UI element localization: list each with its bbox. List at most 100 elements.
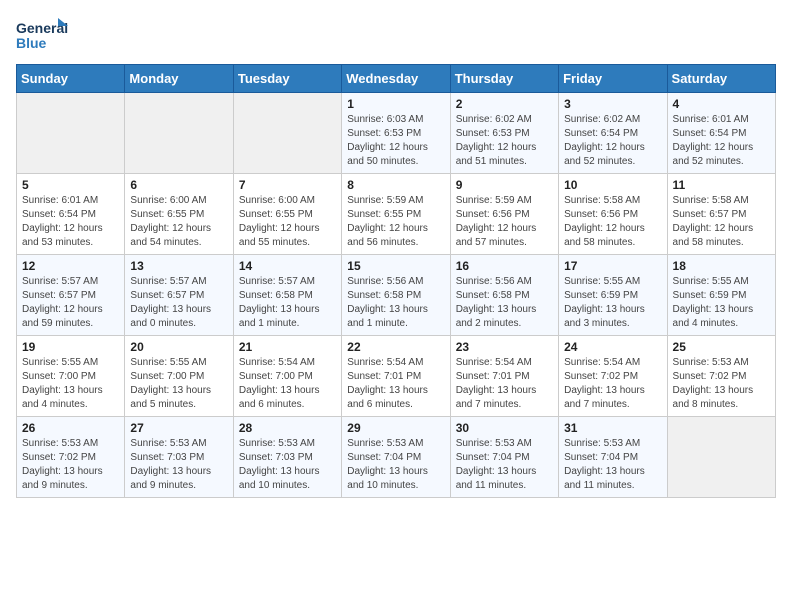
day-number: 28 (239, 421, 336, 435)
calendar-cell: 23 Sunrise: 5:54 AM Sunset: 7:01 PM Dayli… (450, 336, 558, 417)
calendar-week-row: 1 Sunrise: 6:03 AM Sunset: 6:53 PM Daylig… (17, 93, 776, 174)
day-number: 9 (456, 178, 553, 192)
day-number: 23 (456, 340, 553, 354)
day-info: Sunrise: 5:57 AM Sunset: 6:58 PM Dayligh… (239, 275, 336, 331)
calendar-cell: 7 Sunrise: 6:00 AM Sunset: 6:55 PM Daylig… (233, 174, 341, 255)
calendar-cell: 31Sunrise: 5:53 AM Sunset: 7:04 PM Dayli… (559, 417, 667, 498)
day-number: 22 (347, 340, 444, 354)
day-number: 10 (564, 178, 661, 192)
day-info: Sunrise: 6:02 AM Sunset: 6:54 PM Dayligh… (564, 113, 661, 169)
weekday-header-friday: Friday (559, 65, 667, 93)
calendar-cell: 17Sunrise: 5:55 AM Sunset: 6:59 PM Dayli… (559, 255, 667, 336)
day-number: 26 (22, 421, 119, 435)
calendar-cell: 19 Sunrise: 5:55 AM Sunset: 7:00 PM Dayli… (17, 336, 125, 417)
calendar-cell: 18 Sunrise: 5:55 AM Sunset: 6:59 PM Dayli… (667, 255, 775, 336)
day-number: 19 (22, 340, 119, 354)
day-info: Sunrise: 5:53 AM Sunset: 7:03 PM Dayligh… (130, 437, 227, 493)
day-info: Sunrise: 5:55 AM Sunset: 7:00 PM Dayligh… (22, 356, 119, 412)
weekday-header-monday: Monday (125, 65, 233, 93)
weekday-header-sunday: Sunday (17, 65, 125, 93)
day-info: Sunrise: 5:53 AM Sunset: 7:03 PM Dayligh… (239, 437, 336, 493)
calendar-cell: 12 Sunrise: 5:57 AM Sunset: 6:57 PM Dayli… (17, 255, 125, 336)
day-number: 4 (673, 97, 770, 111)
day-number: 16 (456, 259, 553, 273)
day-info: Sunrise: 5:53 AM Sunset: 7:02 PM Dayligh… (22, 437, 119, 493)
calendar-cell: 29 Sunrise: 5:53 AM Sunset: 7:04 PM Dayli… (342, 417, 450, 498)
calendar-cell: 28 Sunrise: 5:53 AM Sunset: 7:03 PM Dayli… (233, 417, 341, 498)
logo: GeneralBlue (16, 16, 72, 54)
calendar-cell: 2 Sunrise: 6:02 AM Sunset: 6:53 PM Daylig… (450, 93, 558, 174)
day-info: Sunrise: 6:01 AM Sunset: 6:54 PM Dayligh… (673, 113, 770, 169)
page-header: GeneralBlue (16, 16, 776, 54)
calendar-cell: 8Sunrise: 5:59 AM Sunset: 6:55 PM Daylig… (342, 174, 450, 255)
weekday-header-saturday: Saturday (667, 65, 775, 93)
day-info: Sunrise: 6:02 AM Sunset: 6:53 PM Dayligh… (456, 113, 553, 169)
day-number: 21 (239, 340, 336, 354)
logo-svg: GeneralBlue (16, 16, 72, 54)
day-number: 27 (130, 421, 227, 435)
calendar-cell: 27 Sunrise: 5:53 AM Sunset: 7:03 PM Dayli… (125, 417, 233, 498)
svg-text:Blue: Blue (16, 35, 47, 51)
day-info: Sunrise: 5:58 AM Sunset: 6:57 PM Dayligh… (673, 194, 770, 250)
calendar-cell: 10 Sunrise: 5:58 AM Sunset: 6:56 PM Dayli… (559, 174, 667, 255)
day-info: Sunrise: 5:54 AM Sunset: 7:00 PM Dayligh… (239, 356, 336, 412)
calendar-cell: 21 Sunrise: 5:54 AM Sunset: 7:00 PM Dayli… (233, 336, 341, 417)
day-info: Sunrise: 5:56 AM Sunset: 6:58 PM Dayligh… (347, 275, 444, 331)
day-info: Sunrise: 5:53 AM Sunset: 7:04 PM Dayligh… (456, 437, 553, 493)
calendar-cell: 15 Sunrise: 5:56 AM Sunset: 6:58 PM Dayli… (342, 255, 450, 336)
day-number: 6 (130, 178, 227, 192)
calendar-cell: 6 Sunrise: 6:00 AM Sunset: 6:55 PM Daylig… (125, 174, 233, 255)
day-number: 12 (22, 259, 119, 273)
day-info: Sunrise: 6:01 AM Sunset: 6:54 PM Dayligh… (22, 194, 119, 250)
day-info: Sunrise: 5:57 AM Sunset: 6:57 PM Dayligh… (22, 275, 119, 331)
day-number: 1 (347, 97, 444, 111)
calendar-cell (17, 93, 125, 174)
day-info: Sunrise: 5:54 AM Sunset: 7:01 PM Dayligh… (456, 356, 553, 412)
day-info: Sunrise: 5:58 AM Sunset: 6:56 PM Dayligh… (564, 194, 661, 250)
calendar-cell: 24Sunrise: 5:54 AM Sunset: 7:02 PM Dayli… (559, 336, 667, 417)
day-info: Sunrise: 6:00 AM Sunset: 6:55 PM Dayligh… (239, 194, 336, 250)
calendar-week-row: 5 Sunrise: 6:01 AM Sunset: 6:54 PM Daylig… (17, 174, 776, 255)
day-info: Sunrise: 5:55 AM Sunset: 6:59 PM Dayligh… (564, 275, 661, 331)
calendar-cell: 26 Sunrise: 5:53 AM Sunset: 7:02 PM Dayli… (17, 417, 125, 498)
day-number: 3 (564, 97, 661, 111)
day-number: 2 (456, 97, 553, 111)
calendar-cell (125, 93, 233, 174)
weekday-header-wednesday: Wednesday (342, 65, 450, 93)
day-info: Sunrise: 5:55 AM Sunset: 7:00 PM Dayligh… (130, 356, 227, 412)
day-info: Sunrise: 5:53 AM Sunset: 7:02 PM Dayligh… (673, 356, 770, 412)
calendar-cell: 13 Sunrise: 5:57 AM Sunset: 6:57 PM Dayli… (125, 255, 233, 336)
day-number: 18 (673, 259, 770, 273)
day-info: Sunrise: 6:03 AM Sunset: 6:53 PM Dayligh… (347, 113, 444, 169)
calendar-cell (233, 93, 341, 174)
calendar-cell: 20 Sunrise: 5:55 AM Sunset: 7:00 PM Dayli… (125, 336, 233, 417)
day-number: 31 (564, 421, 661, 435)
day-number: 7 (239, 178, 336, 192)
day-number: 15 (347, 259, 444, 273)
day-info: Sunrise: 5:59 AM Sunset: 6:55 PM Dayligh… (347, 194, 444, 250)
day-info: Sunrise: 5:53 AM Sunset: 7:04 PM Dayligh… (347, 437, 444, 493)
day-info: Sunrise: 5:55 AM Sunset: 6:59 PM Dayligh… (673, 275, 770, 331)
day-number: 24 (564, 340, 661, 354)
weekday-header-tuesday: Tuesday (233, 65, 341, 93)
calendar-cell: 30 Sunrise: 5:53 AM Sunset: 7:04 PM Dayli… (450, 417, 558, 498)
day-info: Sunrise: 6:00 AM Sunset: 6:55 PM Dayligh… (130, 194, 227, 250)
day-number: 14 (239, 259, 336, 273)
calendar-cell: 3 Sunrise: 6:02 AM Sunset: 6:54 PM Daylig… (559, 93, 667, 174)
calendar-cell: 4 Sunrise: 6:01 AM Sunset: 6:54 PM Daylig… (667, 93, 775, 174)
day-info: Sunrise: 5:59 AM Sunset: 6:56 PM Dayligh… (456, 194, 553, 250)
day-number: 13 (130, 259, 227, 273)
day-number: 25 (673, 340, 770, 354)
calendar-cell: 25 Sunrise: 5:53 AM Sunset: 7:02 PM Dayli… (667, 336, 775, 417)
day-number: 29 (347, 421, 444, 435)
day-number: 30 (456, 421, 553, 435)
day-number: 20 (130, 340, 227, 354)
calendar-week-row: 12 Sunrise: 5:57 AM Sunset: 6:57 PM Dayli… (17, 255, 776, 336)
calendar-table: SundayMondayTuesdayWednesdayThursdayFrid… (16, 64, 776, 498)
calendar-week-row: 26 Sunrise: 5:53 AM Sunset: 7:02 PM Dayli… (17, 417, 776, 498)
day-number: 5 (22, 178, 119, 192)
calendar-cell: 9 Sunrise: 5:59 AM Sunset: 6:56 PM Daylig… (450, 174, 558, 255)
calendar-cell: 11Sunrise: 5:58 AM Sunset: 6:57 PM Dayli… (667, 174, 775, 255)
calendar-cell: 1 Sunrise: 6:03 AM Sunset: 6:53 PM Daylig… (342, 93, 450, 174)
day-info: Sunrise: 5:57 AM Sunset: 6:57 PM Dayligh… (130, 275, 227, 331)
